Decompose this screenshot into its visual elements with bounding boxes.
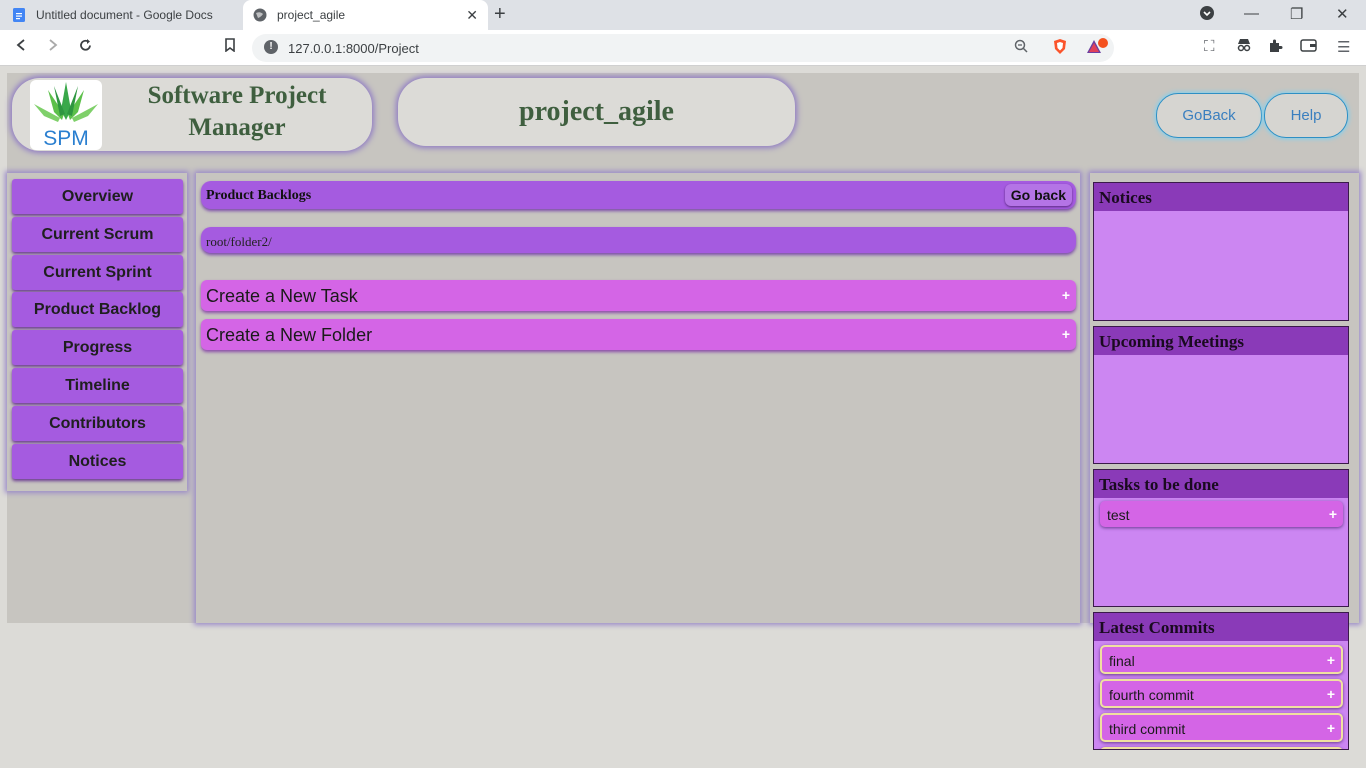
create-folder-button[interactable]: Create a New Folder + xyxy=(201,319,1076,350)
section-title: Product Backlogs xyxy=(206,188,312,203)
commits-title: Latest Commits xyxy=(1094,613,1348,641)
create-folder-label: Create a New Folder xyxy=(206,325,373,345)
sidebar-item-progress[interactable]: Progress xyxy=(12,330,183,365)
forward-icon[interactable] xyxy=(46,38,60,57)
close-window-icon[interactable]: ✕ xyxy=(1336,5,1349,23)
incognito-extension-icon[interactable] xyxy=(1236,38,1252,56)
extensions-icon[interactable] xyxy=(1268,38,1283,57)
sidebar-item-current-scrum[interactable]: Current Scrum xyxy=(12,217,183,252)
fullscreen-icon[interactable]: ⛶ xyxy=(1204,38,1215,55)
task-label: test xyxy=(1107,507,1130,523)
main-panel: Product Backlogs Go back root/folder2/ C… xyxy=(196,173,1080,623)
brave-rewards-icon[interactable] xyxy=(1086,38,1108,59)
plus-icon: + xyxy=(1328,506,1337,522)
notices-title: Notices xyxy=(1094,183,1348,211)
plus-icon: + xyxy=(1061,287,1070,303)
plus-icon: + xyxy=(1326,652,1335,668)
sidebar: Overview Current Scrum Current Sprint Pr… xyxy=(7,173,187,491)
close-tab-icon[interactable]: ✕ xyxy=(466,7,478,24)
latest-commits-card: Latest Commits final + fourth commit + t… xyxy=(1093,612,1349,750)
browser-tab-strip: Untitled document - Google Docs project_… xyxy=(0,0,1366,30)
commit-item[interactable]: final + xyxy=(1100,645,1343,674)
goback-button[interactable]: GoBack xyxy=(1156,93,1262,138)
tab-title: Untitled document - Google Docs xyxy=(36,8,213,22)
commit-item-partial[interactable] xyxy=(1100,747,1343,749)
globe-icon xyxy=(253,8,267,22)
task-item[interactable]: test + xyxy=(1100,501,1343,527)
notices-card: Notices xyxy=(1093,182,1349,321)
commit-label: fourth commit xyxy=(1109,687,1194,703)
create-task-label: Create a New Task xyxy=(206,286,358,306)
reload-icon[interactable] xyxy=(78,38,93,58)
commit-label: final xyxy=(1109,653,1135,669)
commit-item[interactable]: third commit + xyxy=(1100,713,1343,742)
browser-tab-project[interactable]: project_agile ✕ xyxy=(243,0,488,30)
create-task-button[interactable]: Create a New Task + xyxy=(201,280,1076,311)
plus-icon: + xyxy=(1326,686,1335,702)
tab-title: project_agile xyxy=(277,8,346,22)
commit-label: third commit xyxy=(1109,721,1186,737)
help-button[interactable]: Help xyxy=(1264,93,1348,138)
menu-icon[interactable]: ☰ xyxy=(1337,38,1350,56)
project-name: project_agile xyxy=(519,96,674,127)
back-icon[interactable] xyxy=(14,38,28,57)
commit-item[interactable]: fourth commit + xyxy=(1100,679,1343,708)
plus-icon: + xyxy=(1326,720,1335,736)
zoom-icon[interactable] xyxy=(1014,39,1028,56)
product-backlogs-header: Product Backlogs Go back xyxy=(201,181,1076,209)
bookmark-icon[interactable] xyxy=(224,38,236,57)
url-text: 127.0.0.1:8000/Project xyxy=(288,41,419,56)
sidebar-item-overview[interactable]: Overview xyxy=(12,179,183,214)
upcoming-meetings-card: Upcoming Meetings xyxy=(1093,326,1349,464)
brave-shield-icon[interactable] xyxy=(1052,38,1068,59)
svg-text:SPM: SPM xyxy=(43,127,89,150)
meetings-title: Upcoming Meetings xyxy=(1094,327,1348,355)
address-bar[interactable]: ! 127.0.0.1:8000/Project xyxy=(252,34,1114,62)
app-header: SPM Software Project Manager xyxy=(12,78,372,151)
folder-path: root/folder2/ xyxy=(206,234,272,249)
plus-icon: + xyxy=(1061,326,1070,342)
restore-icon[interactable]: ❐ xyxy=(1290,5,1303,23)
wallet-icon[interactable] xyxy=(1300,38,1317,56)
folder-path-bar: root/folder2/ xyxy=(201,227,1076,253)
google-docs-icon xyxy=(12,8,26,22)
project-header: project_agile xyxy=(398,78,795,146)
sidebar-item-contributors[interactable]: Contributors xyxy=(12,406,183,441)
spm-logo: SPM xyxy=(30,80,102,150)
go-back-button[interactable]: Go back xyxy=(1004,184,1072,206)
address-toolbar: ! 127.0.0.1:8000/Project ⛶ ☰ xyxy=(0,30,1366,66)
sidebar-item-notices[interactable]: Notices xyxy=(12,444,183,479)
new-tab-icon[interactable]: + xyxy=(494,3,506,26)
minimize-icon[interactable]: — xyxy=(1244,5,1259,22)
sidebar-item-timeline[interactable]: Timeline xyxy=(12,368,183,403)
tasks-title: Tasks to be done xyxy=(1094,470,1348,498)
app-title: Software Project Manager xyxy=(147,82,327,141)
tab-search-icon[interactable] xyxy=(1199,5,1215,25)
tasks-card: Tasks to be done test + xyxy=(1093,469,1349,607)
site-info-icon[interactable]: ! xyxy=(264,40,278,54)
sidebar-item-current-sprint[interactable]: Current Sprint xyxy=(12,255,183,290)
sidebar-item-product-backlog[interactable]: Product Backlog xyxy=(12,292,183,327)
browser-tab-docs[interactable]: Untitled document - Google Docs xyxy=(0,0,240,30)
